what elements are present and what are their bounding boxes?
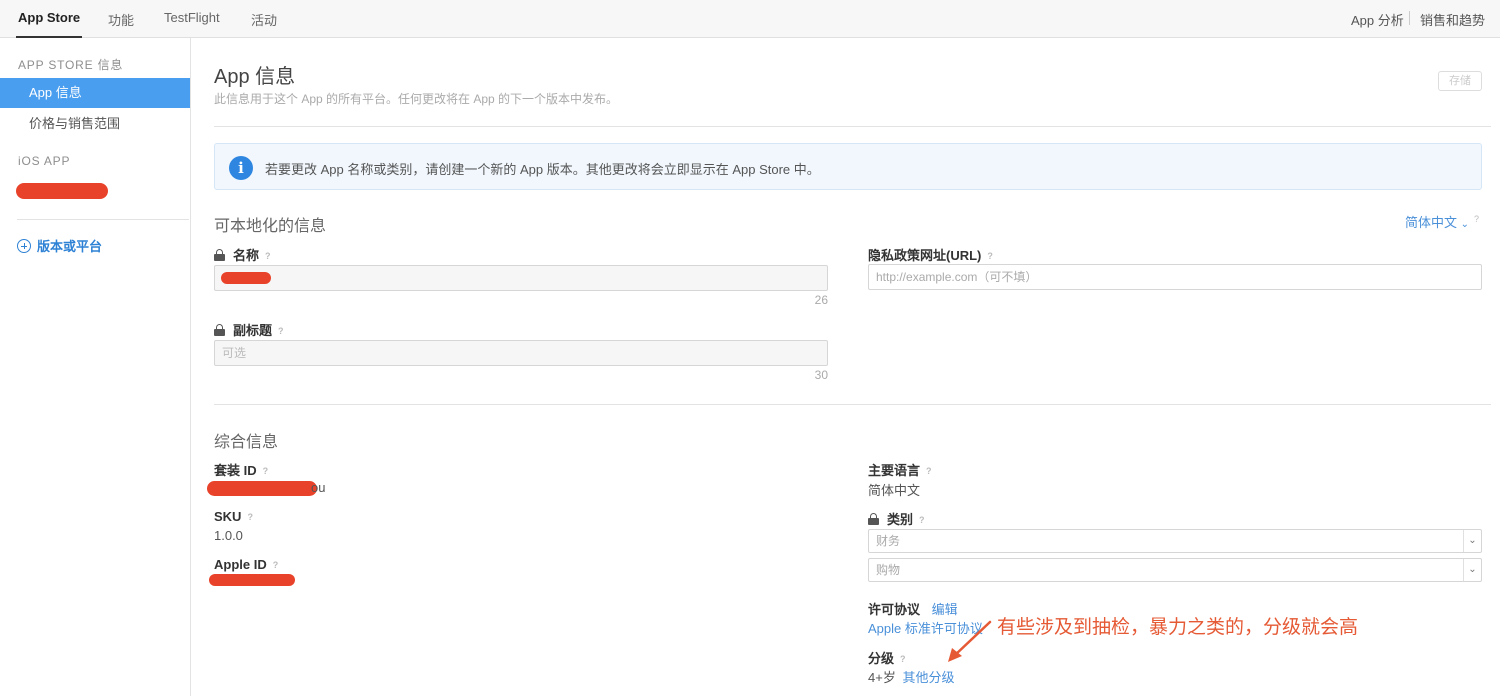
redacted-name [221,272,271,284]
app-analytics-link[interactable]: App 分析 [1351,10,1404,29]
annotation-arrow-icon [948,620,992,662]
help-icon[interactable]: ? [265,251,271,261]
name-char-counter: 26 [814,293,828,307]
help-icon[interactable]: ? [273,560,279,570]
privacy-url-input[interactable]: http://example.com（可不填） [868,264,1482,290]
help-icon[interactable]: ? [263,466,269,476]
redacted-apple-id [209,574,295,586]
secondary-category-select[interactable]: 购物 ⌄ [868,558,1482,582]
bundle-id-label: 套装 ID? [214,463,269,478]
primary-language-value: 简体中文 [868,483,921,498]
redacted-version-item[interactable] [16,183,108,199]
sku-value: 1.0.0 [214,528,243,543]
tab-activity[interactable]: 活动 [251,10,277,29]
chevron-down-icon: ⌄ [1463,530,1481,552]
help-icon[interactable]: ? [900,654,906,664]
name-input[interactable] [214,265,828,291]
lock-icon [214,249,225,261]
other-ratings-link[interactable]: 其他分级 [902,670,954,685]
top-nav: App Store 功能 TestFlight 活动 App 分析 销售和趋势 [0,0,1500,38]
sidebar-heading-app-store: APP STORE 信息 [18,58,124,72]
bundle-id-value: ou [311,480,326,495]
rating-label: 分级? [868,651,906,666]
privacy-url-label: 隐私政策网址(URL)? [868,248,993,263]
nav-divider [1409,11,1410,25]
page-subtitle: 此信息用于这个 App 的所有平台。任何更改将在 App 的下一个版本中发布。 [214,92,619,106]
chevron-down-icon: ⌄ [1460,219,1470,230]
info-icon: i [229,156,253,180]
rating-value: 4+岁 其他分级 [868,670,955,685]
language-select[interactable]: 简体中文 ⌄ [1405,212,1469,231]
section-divider [214,404,1491,405]
lock-icon [214,324,225,336]
sales-trends-link[interactable]: 销售和趋势 [1420,10,1485,29]
help-icon[interactable]: ? [1474,214,1479,224]
apple-id-label: Apple ID? [214,557,279,572]
license-edit-link[interactable]: 编辑 [932,602,958,617]
annotation-note: 有些涉及到抽检，暴力之类的，分级就会高 [997,616,1359,638]
secondary-category-value: 购物 [876,563,901,577]
add-circle-icon [17,239,31,253]
tab-app-store[interactable]: App Store [15,10,83,38]
header-divider [214,126,1491,127]
save-button[interactable]: 存储 [1438,71,1482,91]
add-version-button[interactable]: 版本或平台 [17,238,102,256]
section-title-localizable: 可本地化的信息 [214,218,327,235]
chevron-down-icon: ⌄ [1463,559,1481,581]
language-label: 简体中文 [1405,215,1458,230]
info-notice: i 若要更改 App 名称或类别，请创建一个新的 App 版本。其他更改将会立即… [214,143,1482,190]
tab-features[interactable]: 功能 [108,10,134,29]
main-content: App 信息 此信息用于这个 App 的所有平台。任何更改将在 App 的下一个… [191,38,1500,696]
help-icon[interactable]: ? [926,466,932,476]
help-icon[interactable]: ? [919,515,925,525]
subtitle-input[interactable]: 可选 [214,340,828,366]
page-title: App 信息 [214,66,296,88]
help-icon[interactable]: ? [247,512,253,522]
redacted-bundle-id [207,481,317,496]
primary-category-select[interactable]: 财务 ⌄ [868,529,1482,553]
section-title-general: 综合信息 [214,434,279,451]
help-icon[interactable]: ? [278,326,284,336]
lock-icon [868,513,879,525]
sidebar-heading-ios: iOS APP [18,154,71,168]
sku-label: SKU? [214,509,253,524]
name-label: 名称? [214,245,271,264]
sidebar-item-pricing[interactable]: 价格与销售范围 [0,109,190,139]
subtitle-label: 副标题? [214,320,284,339]
info-notice-text: 若要更改 App 名称或类别，请创建一个新的 App 版本。其他更改将会立即显示… [265,162,820,177]
category-label: 类别? [868,509,925,528]
sidebar-item-app-info[interactable]: App 信息 [0,78,190,108]
license-label: 许可协议 编辑 [868,602,958,617]
sidebar: APP STORE 信息 App 信息 价格与销售范围 iOS APP 版本或平… [0,38,191,696]
subtitle-char-counter: 30 [814,368,828,382]
tab-testflight[interactable]: TestFlight [164,10,220,25]
add-version-label: 版本或平台 [37,239,103,254]
help-icon[interactable]: ? [987,251,993,261]
primary-language-label: 主要语言? [868,463,932,478]
sidebar-divider [17,219,189,220]
primary-category-value: 财务 [876,534,901,548]
